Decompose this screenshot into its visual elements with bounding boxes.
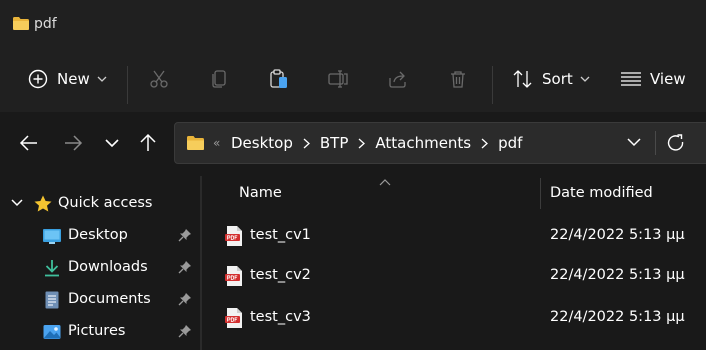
rename-button[interactable] (327, 64, 349, 94)
delete-button[interactable] (447, 64, 469, 94)
sidebar-item-label: Documents (68, 291, 151, 307)
title-bar: pdf (0, 0, 706, 50)
pin-icon (178, 229, 191, 242)
navigation-pane: Quick access Desktop Downloads Documents… (0, 176, 200, 350)
sort-button[interactable]: Sort (512, 64, 590, 94)
view-button[interactable]: View (620, 64, 686, 94)
address-divider (655, 131, 656, 155)
navigation-pane-splitter[interactable] (200, 176, 202, 350)
view-button-label: View (650, 70, 686, 88)
sidebar-item-label: Pictures (68, 323, 126, 339)
sidebar-item-documents[interactable]: Documents (0, 286, 200, 314)
share-icon (387, 68, 409, 90)
file-row[interactable]: test_cv1 22/4/2022 5:13 μμ (203, 220, 706, 250)
sidebar-item-label: Downloads (68, 259, 148, 275)
back-button[interactable] (18, 132, 40, 154)
breadcrumb: Desktop BTP Attachments pdf (231, 134, 522, 152)
file-date: 22/4/2022 5:13 μμ (550, 267, 685, 283)
pdf-file-icon (225, 266, 242, 286)
pictures-icon (43, 325, 61, 339)
file-list: Name Date modified test_cv1 22/4/2022 5:… (203, 176, 706, 350)
paste-button[interactable] (268, 64, 290, 94)
share-button[interactable] (387, 64, 409, 94)
file-name: test_cv1 (250, 227, 311, 243)
toolbar-divider (127, 66, 128, 104)
chevron-down-icon (97, 76, 107, 82)
pin-icon (178, 293, 191, 306)
up-button[interactable] (137, 132, 159, 154)
sidebar-item-pictures[interactable]: Pictures (0, 318, 200, 346)
sidebar-item-downloads[interactable]: Downloads (0, 254, 200, 282)
new-button[interactable]: New (27, 64, 107, 94)
breadcrumb-pdf[interactable]: pdf (498, 134, 522, 152)
breadcrumb-attachments[interactable]: Attachments (375, 134, 471, 152)
file-date: 22/4/2022 5:13 μμ (550, 227, 685, 243)
file-name: test_cv3 (250, 309, 311, 325)
recent-locations-button[interactable] (101, 132, 123, 154)
overflow-chevron-icon[interactable]: « (213, 136, 220, 150)
forward-button[interactable] (62, 132, 84, 154)
chevron-right-icon[interactable] (481, 138, 489, 149)
arrow-right-icon (65, 135, 83, 151)
arrow-left-icon (19, 135, 37, 151)
chevron-down-icon (105, 139, 119, 148)
star-icon (34, 195, 52, 212)
file-name: test_cv2 (250, 267, 311, 283)
cut-icon (148, 68, 170, 90)
chevron-down-icon[interactable] (11, 199, 23, 207)
new-button-label: New (57, 70, 90, 88)
file-date: 22/4/2022 5:13 μμ (550, 309, 685, 325)
sort-icon (512, 68, 534, 90)
breadcrumb-desktop[interactable]: Desktop (231, 134, 293, 152)
breadcrumb-btp[interactable]: BTP (320, 134, 349, 152)
copy-icon (208, 68, 230, 90)
desktop-icon (43, 229, 61, 244)
sidebar-item-label: Quick access (58, 195, 153, 211)
arrow-up-icon (140, 133, 156, 151)
folder-icon (187, 136, 204, 150)
delete-icon (447, 68, 469, 90)
sidebar-item-quick-access[interactable]: Quick access (0, 190, 200, 218)
paste-icon (268, 68, 290, 90)
view-icon (620, 68, 642, 90)
sidebar-item-desktop[interactable]: Desktop (0, 222, 200, 250)
document-icon (45, 291, 59, 309)
chevron-right-icon[interactable] (303, 138, 310, 149)
sort-button-label: Sort (542, 70, 573, 88)
navigation-row: « Desktop BTP Attachments pdf (0, 112, 706, 176)
chevron-down-icon (580, 76, 590, 82)
sidebar-item-label: Desktop (68, 227, 128, 243)
folder-icon (13, 17, 29, 30)
column-divider[interactable] (540, 178, 541, 209)
pin-icon (178, 261, 191, 274)
command-bar: New Sort View (0, 50, 706, 113)
sort-ascending-icon (379, 179, 391, 186)
pdf-file-icon (225, 226, 242, 246)
column-header-name[interactable]: Name (239, 185, 282, 201)
download-icon (45, 260, 59, 277)
refresh-icon[interactable] (666, 133, 686, 153)
file-row[interactable]: test_cv2 22/4/2022 5:13 μμ (203, 260, 706, 290)
address-bar[interactable]: « Desktop BTP Attachments pdf (174, 122, 706, 164)
toolbar-divider (492, 66, 493, 104)
chevron-right-icon[interactable] (358, 138, 366, 149)
pdf-file-icon (225, 308, 242, 328)
column-header-date-modified[interactable]: Date modified (550, 185, 653, 201)
pin-icon (178, 325, 191, 338)
plus-circle-icon (27, 68, 49, 90)
window-title: pdf (34, 16, 57, 32)
rename-icon (327, 68, 349, 90)
cut-button[interactable] (148, 64, 170, 94)
file-row[interactable]: test_cv3 22/4/2022 5:13 μμ (203, 302, 706, 332)
chevron-down-icon[interactable] (627, 137, 641, 147)
copy-button[interactable] (208, 64, 230, 94)
